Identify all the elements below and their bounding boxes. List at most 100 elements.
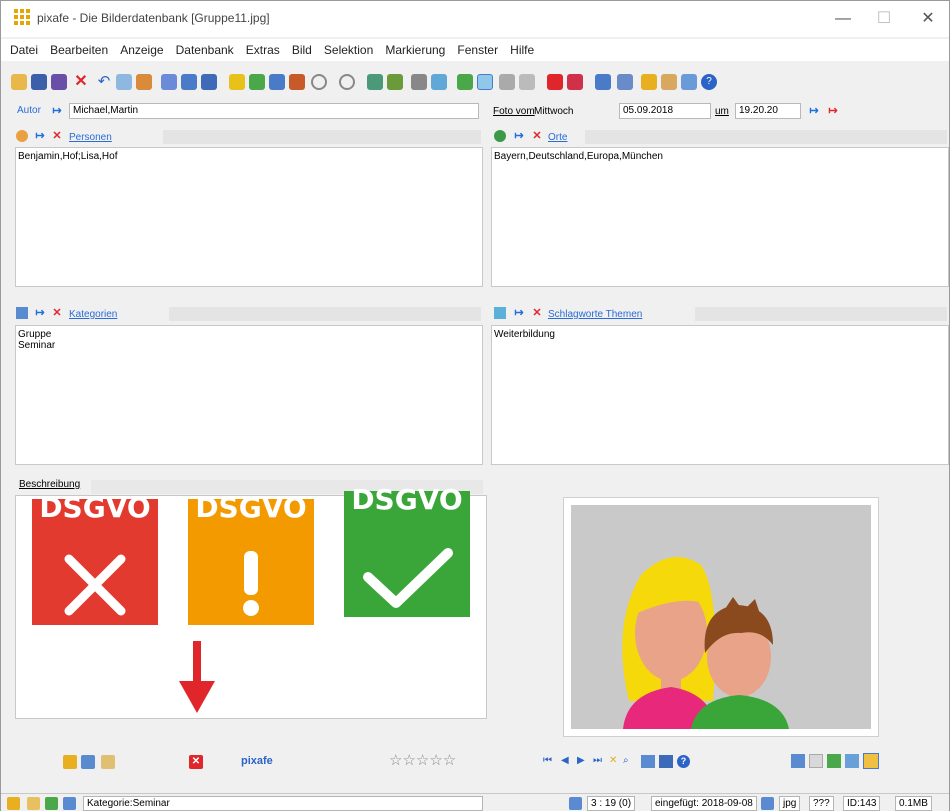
- mark-image-icon[interactable]: ✕: [609, 755, 617, 766]
- first-image-button[interactable]: ⏮: [543, 755, 552, 766]
- window-title: pixafe - Die Bilderdatenbank [Gruppe11.j…: [37, 11, 270, 25]
- menu-bearbeiten[interactable]: Bearbeiten: [50, 39, 108, 61]
- categories-clear-icon[interactable]: ✕: [51, 307, 63, 319]
- author-assign-icon[interactable]: ↦: [51, 105, 63, 117]
- categories-label[interactable]: Kategorien: [69, 309, 117, 320]
- page-icon[interactable]: [809, 754, 823, 768]
- help-icon[interactable]: ?: [701, 74, 717, 90]
- thumbnail-grid-icon[interactable]: [659, 755, 673, 768]
- status-category: Kategorie:Seminar: [83, 796, 483, 811]
- menu-hilfe[interactable]: Hilfe: [510, 39, 534, 61]
- keyword-entry[interactable]: Weiterbildung: [494, 329, 946, 340]
- author-field[interactable]: Michael,Martin: [69, 103, 479, 119]
- keywords-clear-icon[interactable]: ✕: [531, 307, 543, 319]
- places-label[interactable]: Orte: [548, 132, 567, 143]
- rating-stars[interactable]: ☆☆☆☆☆: [389, 751, 456, 769]
- persons-label[interactable]: Personen: [69, 132, 112, 143]
- places-clear-icon[interactable]: ✕: [531, 130, 543, 142]
- binoculars-green-icon[interactable]: [249, 74, 265, 90]
- persons-clear-icon[interactable]: ✕: [51, 130, 63, 142]
- sort-active-icon[interactable]: [477, 74, 493, 90]
- settings-active-icon[interactable]: [863, 753, 879, 769]
- circle-outline-icon[interactable]: [339, 74, 355, 90]
- database-icon[interactable]: [641, 74, 657, 90]
- keywords-label[interactable]: Schlagworte Themen: [548, 309, 642, 320]
- menu-anzeige[interactable]: Anzeige: [120, 39, 163, 61]
- zoom-icon[interactable]: ⌕: [623, 755, 629, 766]
- rotate-icon[interactable]: [827, 754, 841, 768]
- prev-image-button[interactable]: ◀: [561, 755, 569, 766]
- mark-icon[interactable]: [547, 74, 563, 90]
- open-folder-icon[interactable]: [11, 74, 27, 90]
- copy-icon[interactable]: [116, 74, 132, 90]
- print-icon[interactable]: [161, 74, 177, 90]
- find-icon[interactable]: [181, 74, 197, 90]
- info-icon[interactable]: ?: [677, 755, 690, 768]
- date-apply-icon[interactable]: ↦: [808, 105, 820, 117]
- menu-datenbank[interactable]: Datenbank: [176, 39, 234, 61]
- edit-icon[interactable]: [63, 755, 77, 769]
- places-assign-icon[interactable]: ↦: [513, 130, 525, 142]
- undo-icon[interactable]: ↶: [96, 74, 112, 90]
- unmark-icon[interactable]: [567, 74, 583, 90]
- slideshow-icon[interactable]: [641, 755, 655, 768]
- dsgvo-denied-button[interactable]: ✕: [189, 755, 203, 769]
- date-field[interactable]: 05.09.2018: [619, 103, 711, 119]
- grid-icon[interactable]: [595, 74, 611, 90]
- paste-icon[interactable]: [136, 74, 152, 90]
- persons-assign-icon[interactable]: ↦: [34, 130, 46, 142]
- sort-desc-icon[interactable]: [499, 74, 515, 90]
- author-label[interactable]: Autor: [17, 105, 41, 116]
- photo-preview-frame[interactable]: [563, 497, 879, 737]
- delete-icon[interactable]: ✕: [73, 74, 89, 90]
- minimize-button[interactable]: —: [828, 7, 858, 31]
- app-grid-icon: [14, 9, 30, 25]
- binoculars-icon[interactable]: [229, 74, 245, 90]
- keywords-list[interactable]: Weiterbildung: [491, 325, 949, 465]
- tag-icon[interactable]: [81, 755, 95, 769]
- places-list[interactable]: Bayern,Deutschland,Europa,München: [491, 147, 949, 287]
- menu-selektion[interactable]: Selektion: [324, 39, 373, 61]
- check-icon: [363, 548, 453, 608]
- categories-assign-icon[interactable]: ↦: [34, 307, 46, 319]
- binoculars-blue-icon[interactable]: [269, 74, 285, 90]
- places-entry[interactable]: Bayern,Deutschland,Europa,München: [494, 151, 946, 162]
- persons-entry[interactable]: Benjamin,Hof;Lisa,Hof: [18, 151, 480, 162]
- save-icon[interactable]: [31, 74, 47, 90]
- menu-fenster[interactable]: Fenster: [457, 39, 498, 61]
- date-reset-icon[interactable]: ↦: [827, 105, 839, 117]
- persons-list[interactable]: Benjamin,Hof;Lisa,Hof: [15, 147, 483, 287]
- sort-alt-icon[interactable]: [519, 74, 535, 90]
- close-button[interactable]: ✕: [913, 7, 943, 31]
- menu-extras[interactable]: Extras: [246, 39, 280, 61]
- find-next-icon[interactable]: [201, 74, 217, 90]
- menu-bild[interactable]: Bild: [292, 39, 312, 61]
- save-as-icon[interactable]: [51, 74, 67, 90]
- keywords-assign-icon[interactable]: ↦: [513, 307, 525, 319]
- category-entry-seminar[interactable]: Seminar: [18, 340, 480, 351]
- link-icon[interactable]: [387, 74, 403, 90]
- search-icon[interactable]: [101, 755, 115, 769]
- description-area[interactable]: DSGVO DSGVO DSGVO: [15, 486, 487, 719]
- last-image-button[interactable]: ⏭: [593, 755, 602, 766]
- person-search-icon[interactable]: [289, 74, 305, 90]
- tools-icon[interactable]: [411, 74, 427, 90]
- copy-image-icon[interactable]: [791, 754, 805, 768]
- next-image-button[interactable]: ▶: [577, 755, 585, 766]
- status-inserted-date: eingefügt: 2018-09-08: [651, 796, 757, 811]
- image-icon[interactable]: [431, 74, 447, 90]
- window-small-icon[interactable]: [845, 754, 859, 768]
- category-entry-gruppe[interactable]: Gruppe: [18, 329, 480, 340]
- export-icon[interactable]: [661, 74, 677, 90]
- maximize-button[interactable]: ☐: [869, 7, 899, 31]
- window-icon[interactable]: [681, 74, 697, 90]
- circle-icon[interactable]: [311, 74, 327, 90]
- time-field[interactable]: 19.20.20: [735, 103, 801, 119]
- menu-markierung[interactable]: Markierung: [385, 39, 445, 61]
- categories-list[interactable]: Gruppe Seminar: [15, 325, 483, 465]
- menu-datei[interactable]: Datei: [10, 39, 38, 61]
- sort-asc-icon[interactable]: [457, 74, 473, 90]
- cross-icon: [64, 554, 126, 616]
- connect-icon[interactable]: [367, 74, 383, 90]
- table-icon[interactable]: [617, 74, 633, 90]
